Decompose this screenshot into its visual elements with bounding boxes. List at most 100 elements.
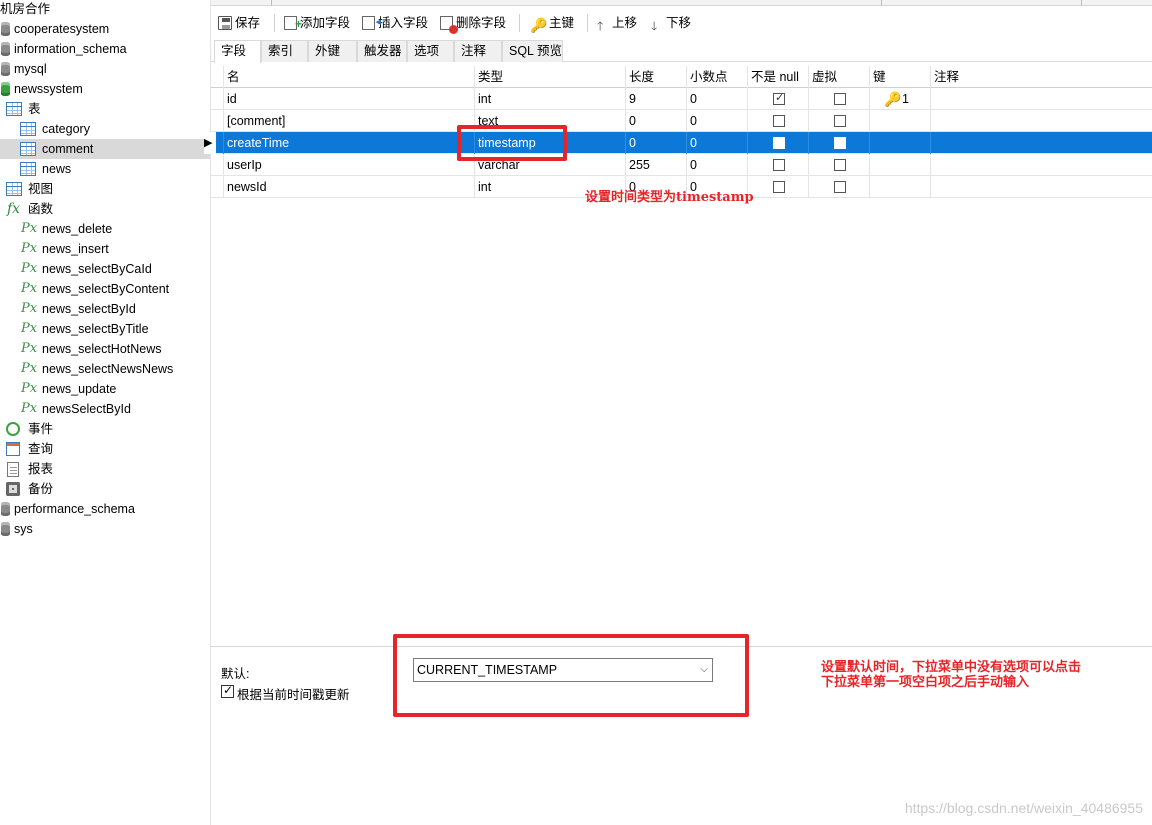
database-icon [1,82,10,96]
sidebar-item-label: news_delete [42,222,113,236]
column-header-not-null[interactable]: 不是 null [747,66,799,88]
procedure-icon: Px [21,341,38,356]
move-up-button[interactable]: 🡑 上移 [597,13,637,33]
sidebar-item-label: information_schema [14,42,127,56]
tab[interactable]: 触发器 [357,40,407,62]
tab[interactable]: 选项 [407,40,454,62]
sidebar-item-label: 事件 [28,422,54,436]
field-name-cell[interactable]: newsId [223,176,474,198]
tab[interactable]: 索引 [261,40,308,62]
column-divider [930,154,931,176]
sidebar-item-label: news_update [42,382,117,396]
field-name-cell[interactable]: userIp [223,154,474,176]
field-length-cell[interactable]: 0 [625,110,686,132]
update-on-timestamp-checkbox[interactable] [221,683,234,698]
column-header-name[interactable]: 名 [223,66,240,88]
key-icon: 🔑 [530,17,548,33]
virtual-checkbox[interactable] [834,159,846,171]
arrow-up-icon: 🡑 [597,19,604,33]
procedure-icon: Px [21,261,38,276]
default-highlight-box [393,634,749,717]
column-divider [808,154,809,176]
move-down-button[interactable]: 🡓 下移 [651,13,691,33]
sidebar-item-label: news_insert [42,242,109,256]
virtual-checkbox[interactable] [834,137,846,149]
field-name-cell[interactable]: [comment] [223,110,474,132]
column-divider [930,132,931,154]
field-name-cell[interactable]: createTime [223,132,474,154]
column-header-decimals[interactable]: 小数点 [686,66,728,88]
save-label: 保存 [235,16,261,30]
not-null-checkbox[interactable] [773,115,785,127]
virtual-checkbox[interactable] [834,93,846,105]
sidebar-item-label: category [42,122,90,136]
report-icon [7,462,19,477]
move-up-label: 上移 [612,16,638,30]
field-length-cell[interactable]: 9 [625,88,686,110]
field-decimals-cell[interactable]: 0 [686,132,747,154]
sidebar-item-label: news_selectNewsNews [42,362,174,376]
insert-field-button[interactable]: 插入字段 [362,12,428,33]
not-null-checkbox[interactable] [773,137,785,149]
column-divider [869,154,870,176]
field-name-cell[interactable]: id [223,88,474,110]
column-divider [747,154,748,176]
field-type-cell[interactable]: int [474,88,625,110]
field-row[interactable]: idint90 🔑1 [211,88,1152,110]
not-null-checkbox[interactable] [773,181,785,193]
column-header-length[interactable]: 长度 [625,66,654,88]
query-icon [6,442,20,456]
sidebar-item-label: newsSelectById [42,402,131,416]
column-divider [930,110,931,132]
primary-key-button[interactable]: 🔑 主键 [530,13,574,33]
views-icon [6,182,22,196]
navigation-sidebar: 机房合作 cooperatesystem information_schema mys… [0,0,211,825]
table-icon [20,142,36,156]
field-length-cell[interactable]: 255 [625,154,686,176]
database-icon [1,22,10,36]
tab[interactable]: 字段 [214,40,261,63]
tab[interactable]: 注释 [454,40,502,62]
sidebar-item-label: 视图 [28,182,54,196]
delete-field-label: 删除字段 [456,16,507,30]
column-header-type[interactable]: 类型 [474,66,503,88]
column-divider [808,132,809,154]
move-down-label: 下移 [666,16,692,30]
field-decimals-cell[interactable]: 0 [686,154,747,176]
add-column-icon [284,14,302,34]
update-on-timestamp-label: 根据当前时间戳更新 [237,688,350,702]
column-divider [747,132,748,154]
strip-divider [271,0,272,6]
tab[interactable]: 外键 [308,40,357,62]
not-null-checkbox[interactable] [773,159,785,171]
procedure-icon: Px [21,241,38,256]
table-icon [20,162,36,176]
column-divider [869,176,870,198]
field-row[interactable]: ▶ createTime timestamp 0 0 [204,132,1152,154]
column-header-comment[interactable]: 注释 [930,66,959,88]
tables-icon [6,102,22,116]
virtual-checkbox[interactable] [834,115,846,127]
sidebar-item-label: performance_schema [14,502,135,516]
column-divider [930,176,931,198]
field-decimals-cell[interactable]: 0 [686,110,747,132]
arrow-down-icon: 🡓 [651,19,658,33]
sidebar-item-label: news [42,162,72,176]
add-field-button[interactable]: 添加字段 [284,13,350,34]
procedure-icon: Px [21,301,38,316]
virtual-checkbox[interactable] [834,181,846,193]
tab[interactable]: SQL 预览 [502,40,563,62]
field-length-cell[interactable]: 0 [625,132,686,154]
save-button[interactable]: 保存 [218,13,260,33]
sidebar-item[interactable]: comment [0,139,210,159]
sidebar-item-label: 函数 [28,202,54,216]
column-header-key[interactable]: 键 [869,66,886,88]
column-divider [808,110,809,132]
column-header-virtual[interactable]: 虚拟 [808,66,837,88]
field-decimals-cell[interactable]: 0 [686,88,747,110]
field-row[interactable]: [comment] text 0 0 [211,110,1152,132]
database-icon [1,62,10,76]
field-row[interactable]: userIp varchar 255 0 [211,154,1152,176]
delete-field-button[interactable]: 删除字段 [440,13,507,34]
not-null-checkbox[interactable] [773,91,785,105]
